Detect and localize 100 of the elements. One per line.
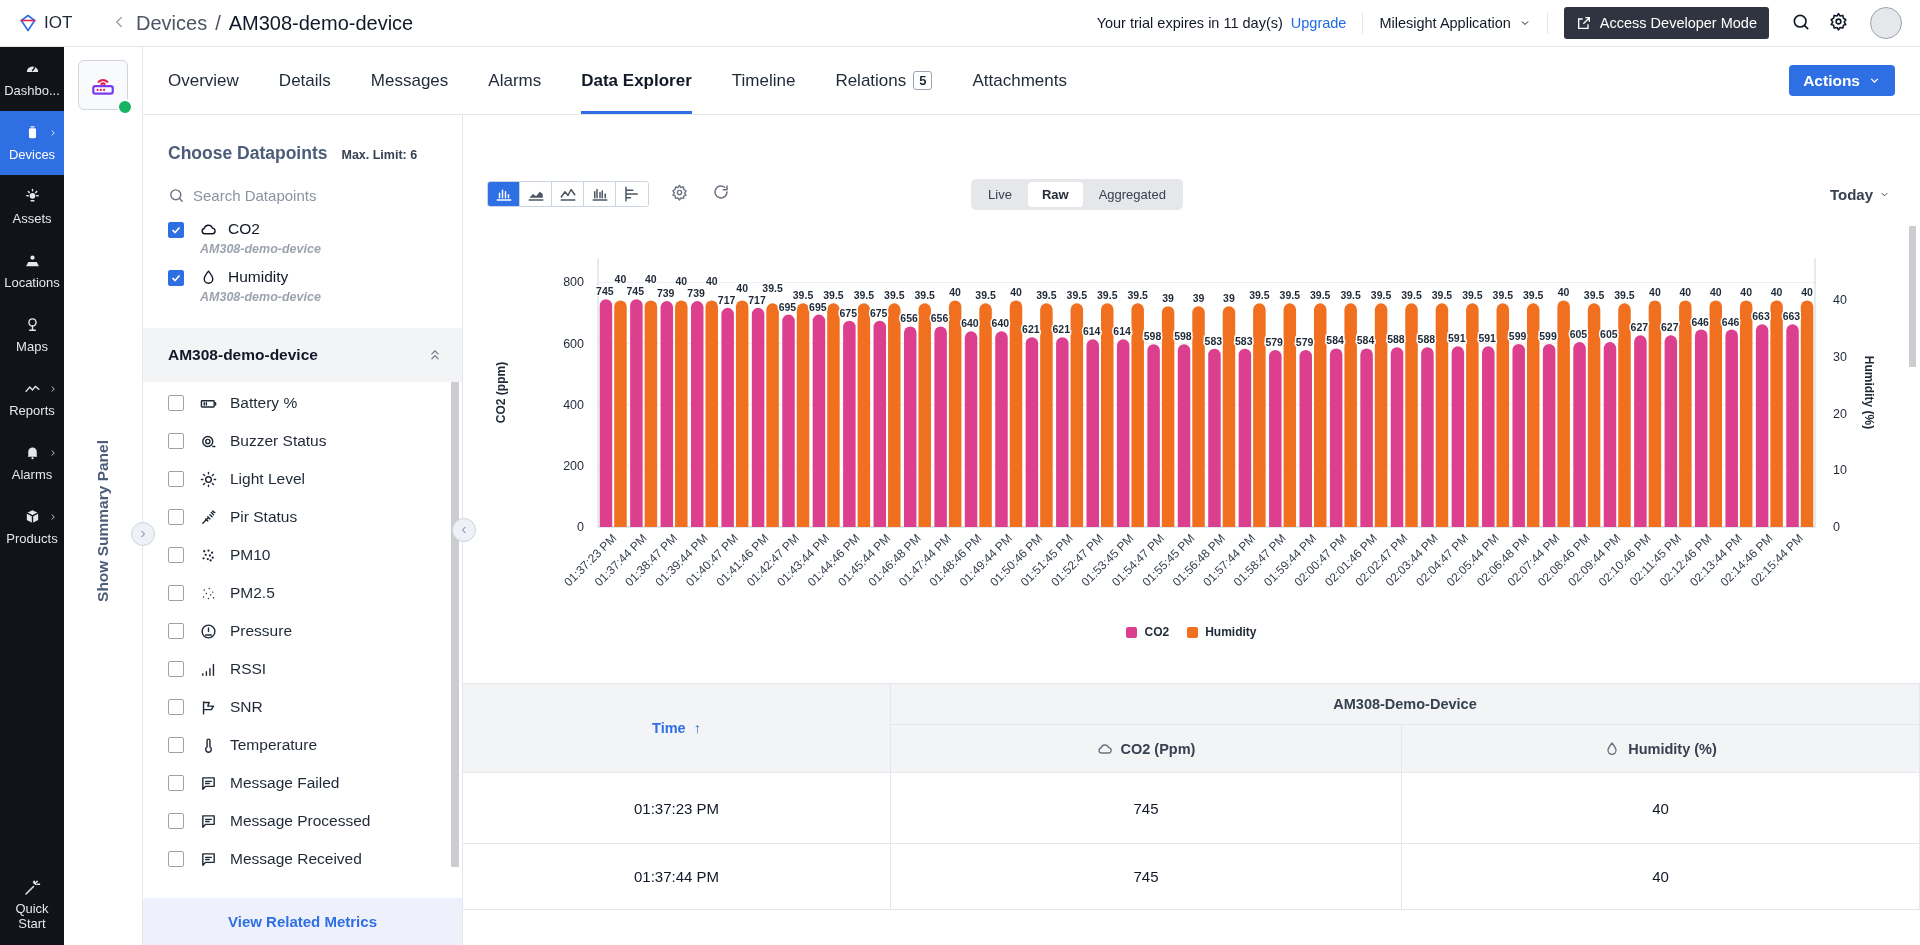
summary-panel-toggle[interactable]: Show Summary Panel: [94, 440, 112, 602]
bar[interactable]: [735, 300, 749, 527]
chart-type-button[interactable]: [488, 182, 520, 206]
bar[interactable]: [1025, 337, 1039, 527]
tab[interactable]: Messages: [370, 47, 449, 114]
bar[interactable]: [1755, 324, 1769, 527]
bar[interactable]: [751, 307, 765, 527]
bar[interactable]: [691, 301, 704, 527]
bar[interactable]: [1695, 329, 1708, 527]
legend-item[interactable]: Humidity: [1187, 622, 1257, 642]
checkbox[interactable]: [168, 699, 184, 715]
bar[interactable]: [903, 326, 917, 527]
application-dropdown[interactable]: Milesight Application: [1379, 15, 1531, 31]
checkbox[interactable]: [168, 222, 184, 238]
bar[interactable]: [1482, 346, 1495, 527]
related-metrics-link[interactable]: View Related Metrics: [228, 913, 377, 930]
breadcrumb-link[interactable]: Devices: [136, 11, 208, 35]
bar[interactable]: [1147, 344, 1160, 527]
nav-item[interactable]: Products: [0, 495, 64, 559]
bar[interactable]: [1634, 335, 1647, 527]
checkbox[interactable]: [168, 813, 184, 829]
nav-item[interactable]: Locations: [0, 239, 64, 303]
tab[interactable]: Overview: [168, 47, 239, 114]
nav-item[interactable]: Reports: [0, 367, 64, 431]
bar[interactable]: [1329, 348, 1343, 527]
bar[interactable]: [1664, 335, 1678, 527]
bar[interactable]: [1679, 300, 1692, 527]
bar[interactable]: [705, 300, 718, 527]
bar[interactable]: [1725, 329, 1738, 527]
bar[interactable]: [857, 303, 871, 527]
bar[interactable]: [1435, 303, 1449, 527]
bar[interactable]: [1177, 344, 1191, 527]
bar[interactable]: [599, 299, 613, 527]
bar[interactable]: [934, 326, 947, 527]
bar[interactable]: [1222, 306, 1236, 527]
search-field[interactable]: Search Datapoints: [193, 186, 433, 204]
checkbox[interactable]: [168, 395, 184, 411]
checkbox[interactable]: [168, 471, 184, 487]
bar[interactable]: [1116, 339, 1130, 527]
bar[interactable]: [1161, 306, 1175, 527]
bar[interactable]: [1009, 300, 1023, 527]
bar[interactable]: [1542, 343, 1556, 527]
bar[interactable]: [918, 303, 931, 527]
tab[interactable]: Attachments: [972, 47, 1067, 114]
checkbox[interactable]: [168, 547, 184, 563]
bar[interactable]: [1299, 350, 1312, 527]
nav-item[interactable]: Alarms: [0, 431, 64, 495]
bar[interactable]: [888, 303, 901, 527]
bar[interactable]: [1056, 337, 1069, 527]
tab[interactable]: Relations 5: [835, 47, 933, 114]
bar[interactable]: [1238, 348, 1252, 527]
tab[interactable]: Alarms: [488, 47, 542, 114]
collapse-panel-button[interactable]: [452, 518, 476, 542]
avatar[interactable]: [1870, 7, 1902, 39]
mode-tab[interactable]: Aggregated: [1084, 181, 1180, 207]
mode-tab[interactable]: Raw: [1027, 181, 1083, 207]
bar[interactable]: [1648, 300, 1662, 527]
bar[interactable]: [964, 331, 978, 527]
scrollbar-thumb[interactable]: [1909, 226, 1916, 367]
bar[interactable]: [1374, 303, 1388, 527]
bar[interactable]: [675, 300, 688, 527]
checkbox[interactable]: [168, 585, 184, 601]
checkbox[interactable]: [168, 775, 184, 791]
tab[interactable]: Details: [278, 47, 331, 114]
actions-button[interactable]: Actions: [1789, 65, 1895, 96]
bar[interactable]: [1512, 343, 1525, 527]
bar[interactable]: [1269, 350, 1282, 527]
bar[interactable]: [1390, 347, 1404, 527]
date-range-dropdown[interactable]: Today: [1823, 184, 1896, 204]
bar[interactable]: [843, 320, 856, 527]
scrollbar-thumb[interactable]: [451, 382, 459, 867]
bar[interactable]: [721, 307, 734, 527]
quick-start-item[interactable]: Quick Start: [0, 865, 64, 945]
bar[interactable]: [1800, 300, 1814, 527]
bar[interactable]: [1451, 346, 1465, 527]
bar[interactable]: [630, 299, 643, 527]
bar[interactable]: [948, 300, 962, 527]
bar[interactable]: [1603, 342, 1617, 527]
bar[interactable]: [1070, 303, 1084, 527]
bar[interactable]: [796, 303, 810, 527]
bar[interactable]: [1587, 303, 1601, 527]
nav-item[interactable]: Devices: [0, 111, 64, 175]
nav-item[interactable]: Maps: [0, 303, 64, 367]
developer-mode-button[interactable]: Access Developer Mode: [1563, 7, 1769, 39]
bar[interactable]: [1360, 348, 1373, 527]
bar[interactable]: [1709, 300, 1722, 527]
tab[interactable]: Data Explorer: [581, 47, 692, 114]
bar[interactable]: [660, 301, 674, 527]
bar[interactable]: [1526, 303, 1540, 527]
bar[interactable]: [1086, 339, 1099, 527]
checkbox[interactable]: [168, 509, 184, 525]
mode-tab[interactable]: Live: [974, 181, 1026, 207]
checkbox[interactable]: [168, 661, 184, 677]
checkbox[interactable]: [168, 623, 184, 639]
expand-panel-button[interactable]: [131, 522, 155, 546]
checkbox[interactable]: [168, 270, 184, 286]
nav-item[interactable]: Dashbo...: [0, 47, 64, 111]
sort-column-header[interactable]: Time ↑: [463, 684, 891, 773]
bar[interactable]: [1283, 303, 1297, 527]
collapse-icon[interactable]: [428, 348, 442, 362]
